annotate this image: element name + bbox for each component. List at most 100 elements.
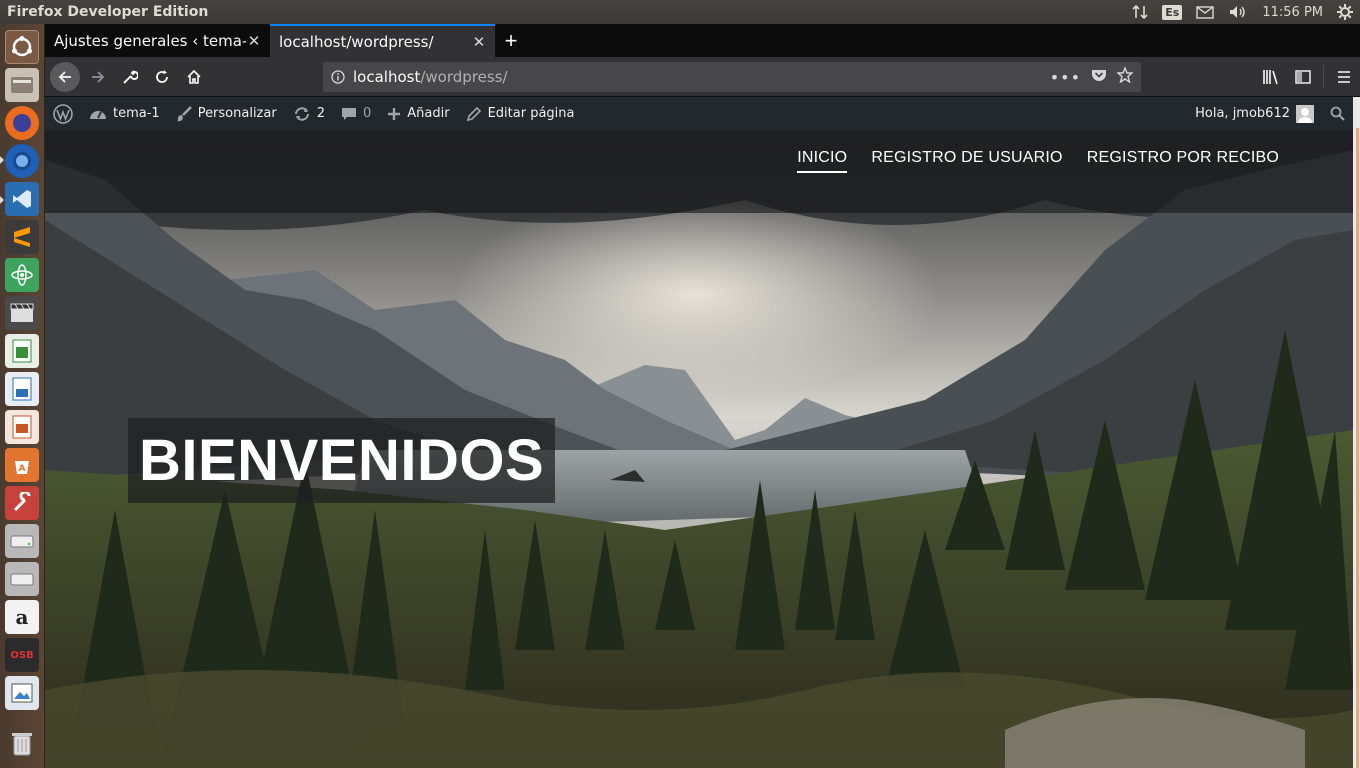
menu-item-inicio[interactable]: INICIO [797, 149, 848, 173]
active-app-title: Firefox Developer Edition [7, 4, 209, 20]
volume-icon[interactable] [1221, 0, 1255, 24]
wp-search-button[interactable] [1322, 97, 1353, 130]
developer-tools-button[interactable] [114, 61, 146, 93]
open-menu-button[interactable] [1328, 61, 1360, 93]
document-writer-icon[interactable] [5, 372, 39, 406]
library-button[interactable] [1255, 61, 1287, 93]
comments-count: 0 [362, 106, 372, 121]
indicator-area: Es 11:56 PM [1125, 0, 1360, 24]
keyboard-layout-label: Es [1162, 4, 1183, 20]
reload-button[interactable] [146, 61, 178, 93]
add-new-label: Añadir [407, 106, 450, 121]
network-icon[interactable] [1125, 0, 1155, 24]
home-button[interactable] [178, 61, 210, 93]
system-settings-icon[interactable] [5, 486, 39, 520]
wp-admin-bar: tema-1 Personalizar 2 0 Añadir Editar pá… [45, 97, 1353, 130]
system-top-panel: Firefox Developer Edition Es 11:56 PM [0, 0, 1360, 24]
clock[interactable]: 11:56 PM [1255, 0, 1330, 24]
tab-localhost-wordpress[interactable]: localhost/wordpress/ ✕ [270, 24, 495, 57]
hero-title: BIENVENIDOS [139, 428, 545, 493]
back-button[interactable] [50, 61, 80, 92]
updates-refresh-icon [293, 106, 311, 122]
back-arrow-icon [58, 70, 71, 83]
presentation-icon[interactable] [5, 410, 39, 444]
vscode-icon[interactable] [5, 182, 39, 216]
url-text: localhost/wordpress/ [353, 68, 508, 86]
new-tab-button[interactable]: + [495, 24, 527, 57]
close-tab-icon[interactable]: ✕ [471, 33, 487, 51]
video-editor-icon[interactable] [5, 296, 39, 330]
image-viewer-icon[interactable] [5, 676, 39, 710]
customize-label: Personalizar [197, 106, 277, 121]
files-icon[interactable] [5, 68, 39, 102]
sublime-text-icon[interactable] [5, 220, 39, 254]
browser-navigation-toolbar: localhost/wordpress/ ••• [45, 57, 1360, 97]
atom-icon[interactable] [5, 258, 39, 292]
menu-item-registro-de-usuario[interactable]: REGISTRO DE USUARIO [871, 149, 1062, 173]
trash-icon[interactable] [5, 726, 39, 760]
ubuntu-dash-icon[interactable] [5, 30, 39, 64]
osb-icon[interactable]: OSB [5, 638, 39, 672]
hero-section: INICIO REGISTRO DE USUARIO REGISTRO POR … [45, 130, 1353, 768]
tab-label: localhost/wordpress/ [279, 32, 434, 51]
close-tab-icon[interactable]: ✕ [246, 32, 262, 50]
wp-my-account-menu[interactable]: Hola, jmob612 [1187, 97, 1322, 130]
browser-tab-strip: Ajustes generales ‹ tema-1 — ✕ localhost… [45, 24, 1360, 57]
wp-add-new-menu[interactable]: Añadir [379, 97, 457, 130]
disk-drive-2-icon[interactable] [5, 562, 39, 596]
tab-ajustes-generales[interactable]: Ajustes generales ‹ tema-1 — ✕ [45, 24, 270, 57]
search-icon [1330, 106, 1345, 121]
software-center-icon[interactable]: A [5, 448, 39, 482]
disk-drive-icon[interactable] [5, 524, 39, 558]
wp-site-name-menu[interactable]: tema-1 [81, 97, 168, 130]
home-icon [187, 69, 201, 84]
wordpress-logo-icon [53, 103, 73, 124]
page-actions-icon[interactable]: ••• [1050, 68, 1081, 87]
forward-button[interactable] [82, 61, 114, 93]
tab-label: Ajustes generales ‹ tema-1 — [54, 31, 246, 50]
wp-updates-link[interactable]: 2 [285, 97, 333, 130]
edit-page-label: Editar página [487, 106, 575, 121]
running-indicator-arrow [0, 156, 4, 164]
hamburger-menu-icon [1338, 71, 1350, 83]
toolbar-right-group [1255, 61, 1360, 93]
wrench-icon [123, 69, 138, 84]
wp-customize-link[interactable]: Personalizar [168, 97, 285, 130]
sidebar-toggle-button[interactable] [1287, 61, 1319, 93]
site-info-icon[interactable] [323, 70, 353, 84]
avatar [1296, 104, 1314, 123]
pocket-icon[interactable] [1091, 68, 1107, 86]
bookmark-star-icon[interactable] [1116, 66, 1134, 87]
menu-item-registro-por-recibo[interactable]: REGISTRO POR RECIBO [1087, 149, 1279, 173]
url-bar[interactable]: localhost/wordpress/ ••• [323, 62, 1141, 92]
spreadsheet-icon[interactable] [5, 334, 39, 368]
sidebar-icon [1295, 70, 1311, 84]
amazon-icon[interactable]: a [5, 600, 39, 634]
hero-title-box: BIENVENIDOS [128, 418, 556, 503]
wp-edit-page-link[interactable]: Editar página [458, 97, 583, 130]
greeting-label: Hola, jmob612 [1195, 106, 1290, 121]
toolbar-divider [1323, 65, 1324, 89]
primary-navigation-menu: INICIO REGISTRO DE USUARIO REGISTRO POR … [797, 149, 1279, 173]
wp-comments-link[interactable]: 0 [333, 97, 379, 130]
firefox-icon[interactable] [5, 106, 39, 140]
running-indicator-arrow-2 [0, 196, 4, 204]
url-host: localhost [353, 68, 421, 86]
page-scrollbar-thumb[interactable] [1356, 128, 1359, 768]
comment-bubble-icon [341, 106, 357, 122]
settings-gear-icon[interactable] [1330, 0, 1360, 24]
url-path: /wordpress/ [420, 68, 508, 86]
dashboard-icon [89, 106, 107, 122]
pencil-icon [466, 106, 482, 122]
plus-icon [387, 107, 401, 121]
mail-icon[interactable] [1189, 0, 1221, 24]
unity-launcher: A a OSB [0, 24, 45, 768]
site-name-label: tema-1 [113, 106, 160, 121]
forward-arrow-icon [92, 70, 105, 83]
svg-text:A: A [19, 464, 26, 474]
site-header-bar: INICIO REGISTRO DE USUARIO REGISTRO POR … [45, 130, 1353, 213]
library-icon [1263, 70, 1278, 85]
wp-logo-menu[interactable] [45, 97, 81, 130]
firefox-developer-icon[interactable] [5, 144, 39, 178]
keyboard-layout-indicator[interactable]: Es [1155, 0, 1189, 24]
